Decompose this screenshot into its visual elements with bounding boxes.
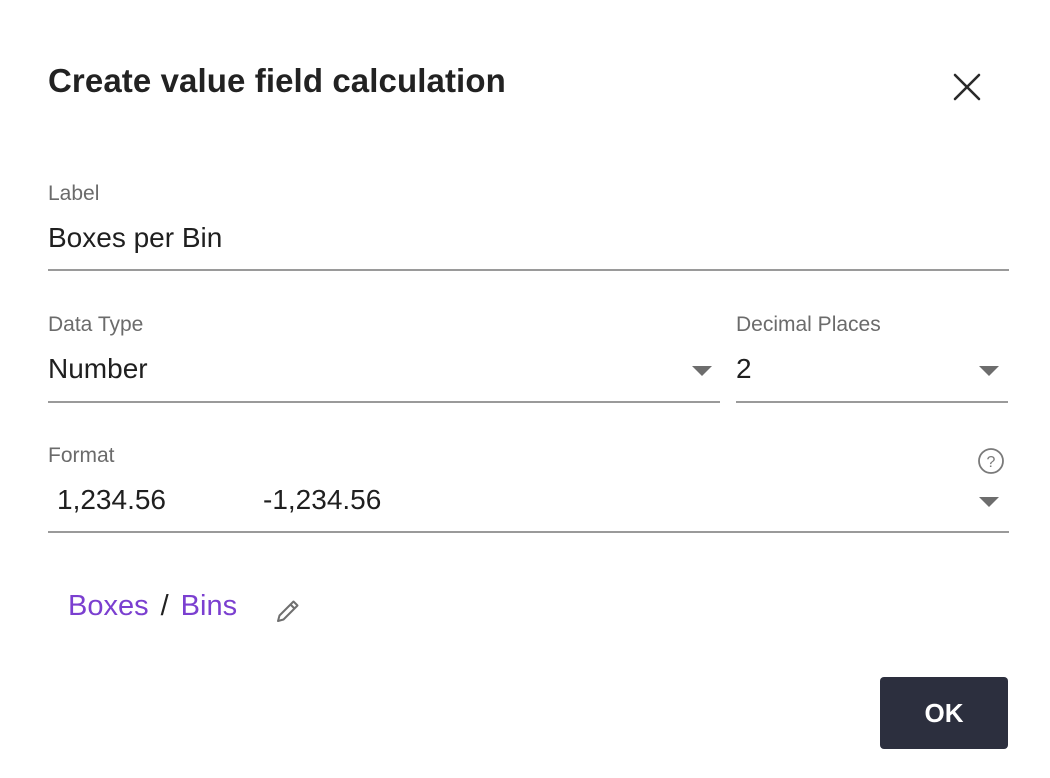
label-field-label: Label xyxy=(48,182,100,205)
format-chevron-down-icon[interactable] xyxy=(979,497,999,507)
formula-expression: Boxes / Bins xyxy=(68,590,237,623)
format-label: Format xyxy=(48,444,115,467)
decimal-places-select[interactable]: 2 xyxy=(736,353,752,385)
data-type-underline xyxy=(48,401,720,403)
data-type-label: Data Type xyxy=(48,313,144,336)
pencil-icon[interactable] xyxy=(272,595,304,627)
label-input[interactable]: Boxes per Bin xyxy=(48,222,222,254)
formula-denominator-link[interactable]: Bins xyxy=(181,590,237,623)
format-underline xyxy=(48,531,1009,533)
format-negative-example[interactable]: -1,234.56 xyxy=(263,484,381,516)
data-type-chevron-down-icon[interactable] xyxy=(692,366,712,376)
formula-numerator-link[interactable]: Boxes xyxy=(68,590,149,623)
format-positive-example[interactable]: 1,234.56 xyxy=(57,484,166,516)
svg-text:?: ? xyxy=(987,454,996,471)
dialog-title: Create value field calculation xyxy=(48,62,506,99)
decimal-places-label: Decimal Places xyxy=(736,313,881,336)
decimal-places-chevron-down-icon[interactable] xyxy=(979,366,999,376)
formula-separator: / xyxy=(160,590,169,622)
help-circle-icon[interactable]: ? xyxy=(977,447,1005,475)
label-input-underline xyxy=(48,269,1009,271)
close-button[interactable] xyxy=(944,64,990,110)
close-icon xyxy=(953,73,981,101)
ok-button[interactable]: OK xyxy=(880,677,1008,749)
create-value-field-dialog: Create value field calculation Label Box… xyxy=(0,0,1050,778)
decimal-places-underline xyxy=(736,401,1008,403)
data-type-select[interactable]: Number xyxy=(48,353,148,385)
